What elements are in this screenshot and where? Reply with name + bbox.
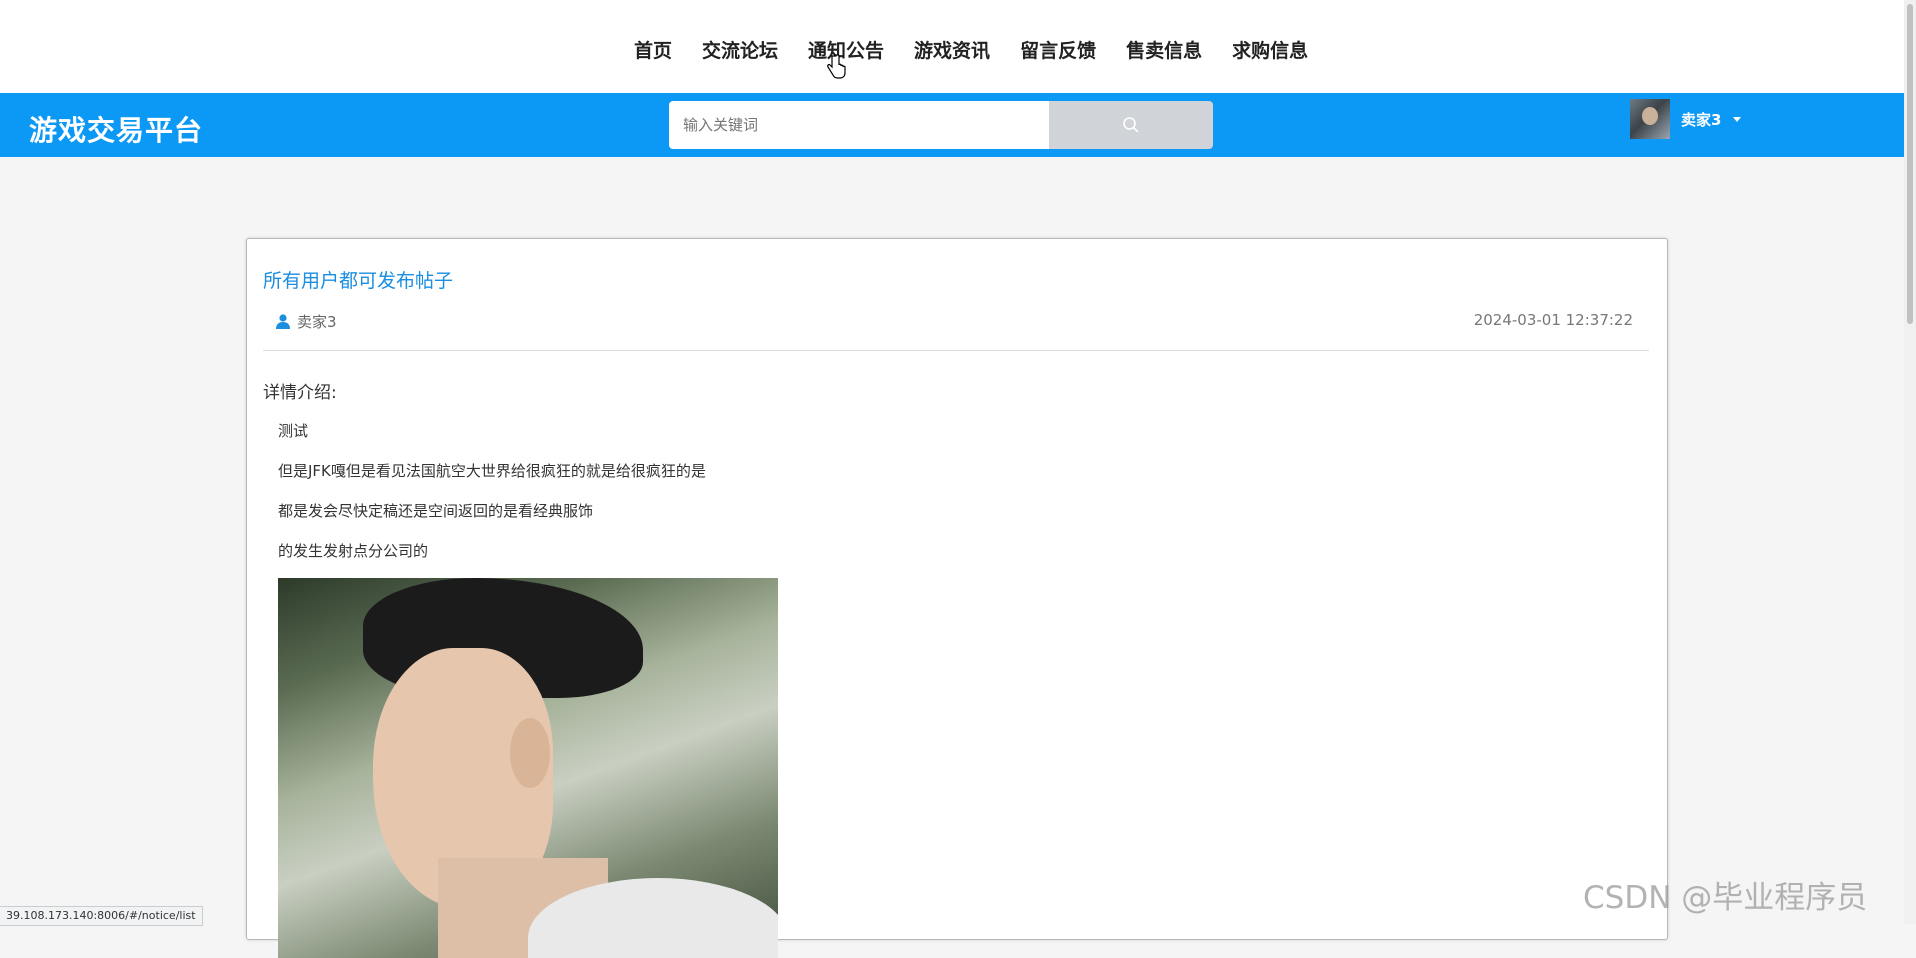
nav-item-forum[interactable]: 交流论坛 [702, 36, 778, 63]
search-box [669, 101, 1213, 149]
nav-item-notice[interactable]: 通知公告 [808, 36, 884, 63]
user-menu[interactable]: 卖家3 [1630, 99, 1742, 139]
detail-label: 详情介绍: [263, 383, 337, 403]
post-card: 所有用户都可发布帖子 卖家3 2024-03-01 12:37:22 详情介绍:… [246, 238, 1668, 958]
header-bar: 游戏交易平台 卖家3 [0, 93, 1916, 157]
nav-item-home[interactable]: 首页 [634, 36, 672, 63]
detail-paragraph: 但是JFK嘎但是看见法国航空大世界给很疯狂的就是给很疯狂的是 [278, 462, 706, 480]
post-title: 所有用户都可发布帖子 [263, 270, 454, 292]
search-input[interactable] [669, 101, 1049, 149]
nav-item-sale-info[interactable]: 售卖信息 [1126, 36, 1202, 63]
avatar[interactable] [1630, 99, 1670, 139]
hand-cursor-icon [827, 54, 846, 79]
post-author: 卖家3 [276, 311, 337, 332]
nav-item-feedback[interactable]: 留言反馈 [1020, 36, 1096, 63]
nav-item-purchase-info[interactable]: 求购信息 [1232, 36, 1308, 63]
author-name: 卖家3 [297, 313, 337, 331]
post-date: 2024-03-01 12:37:22 [1473, 311, 1633, 329]
scrollbar-thumb[interactable] [1907, 4, 1913, 324]
detail-paragraph: 都是发会尽快定稿还是空间返回的是看经典服饰 [278, 502, 594, 520]
detail-paragraph: 测试 [278, 422, 309, 440]
username[interactable]: 卖家3 [1681, 109, 1721, 130]
site-brand[interactable]: 游戏交易平台 [29, 109, 203, 149]
search-button[interactable] [1049, 101, 1213, 149]
top-navigation: 首页 交流论坛 通知公告 游戏资讯 留言反馈 售卖信息 求购信息 [0, 0, 1916, 93]
chevron-down-icon[interactable] [1733, 116, 1742, 122]
nav-menu: 首页 交流论坛 通知公告 游戏资讯 留言反馈 售卖信息 求购信息 [634, 36, 1338, 63]
post-image [278, 578, 778, 958]
page-scrollbar[interactable] [1904, 0, 1916, 924]
search-icon [1123, 117, 1139, 133]
detail-paragraph: 的发生发射点分公司的 [278, 542, 429, 560]
watermark: CSDN @毕业程序员 [1583, 880, 1868, 916]
divider [263, 350, 1649, 351]
nav-item-game-news[interactable]: 游戏资讯 [914, 36, 990, 63]
post-meta: 卖家3 2024-03-01 12:37:22 [263, 307, 1633, 337]
browser-status-url: 39.108.173.140:8006/#/notice/list [0, 906, 203, 926]
user-icon [276, 314, 290, 329]
